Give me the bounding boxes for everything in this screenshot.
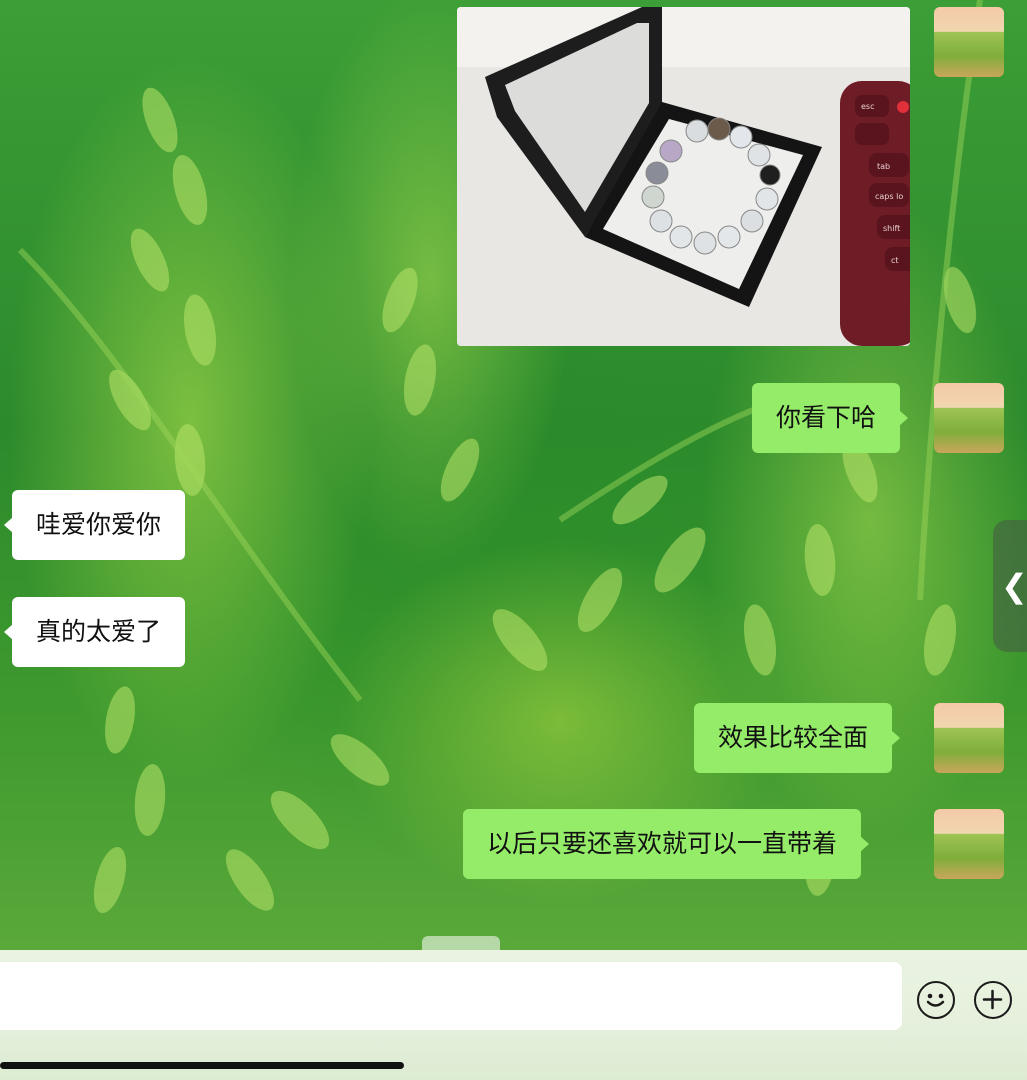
avatar[interactable] (934, 383, 1004, 453)
key-tab-label: tab (877, 162, 890, 171)
message-bubble-incoming[interactable]: 真的太爱了 (3, 597, 186, 667)
key-caps-label: caps lo (875, 192, 903, 201)
emoji-icon[interactable] (917, 981, 955, 1019)
input-bar (0, 950, 1027, 1080)
key-ctrl-label: ct (891, 256, 899, 265)
side-panel-handle[interactable]: ❮ (993, 520, 1027, 652)
message-bubble-incoming[interactable]: 哇爱你爱你 (3, 490, 186, 560)
bracelet-photo: esc tab caps lo shift ct (457, 7, 910, 346)
chevron-left-icon: ❮ (1001, 567, 1027, 605)
plus-icon[interactable] (974, 981, 1012, 1019)
message-bubble-outgoing[interactable]: 以后只要还喜欢就可以一直带着 (463, 809, 870, 879)
avatar[interactable] (934, 809, 1004, 879)
home-indicator (0, 1062, 404, 1069)
avatar[interactable] (934, 7, 1004, 77)
avatar[interactable] (934, 703, 1004, 773)
message-input[interactable] (0, 962, 902, 1030)
message-bubble-outgoing[interactable]: 效果比较全面 (694, 703, 901, 773)
key-shift-label: shift (883, 224, 900, 233)
message-bubble-outgoing[interactable]: 你看下哈 (752, 383, 909, 453)
image-message[interactable]: esc tab caps lo shift ct (457, 7, 910, 346)
key-esc-label: esc (861, 102, 875, 111)
